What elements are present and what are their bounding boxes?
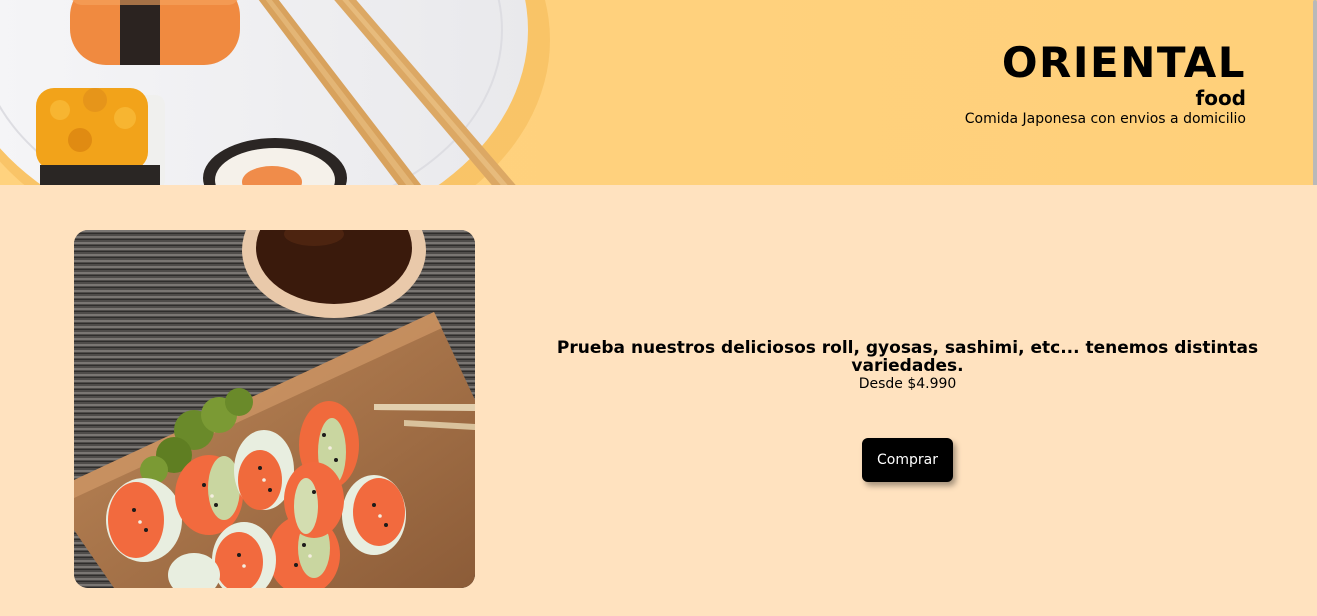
brand-title: ORIENTAL [1001,38,1246,87]
offer-block: Prueba nuestros deliciosos roll, gyosas,… [540,339,1275,393]
header-banner: ORIENTAL food Comida Japonesa con envios… [0,0,1317,185]
brand-subtitle: food [1195,86,1247,110]
buy-button[interactable]: Comprar [862,438,953,482]
brand-block: ORIENTAL food Comida Japonesa con envios… [965,38,1246,128]
offer-headline: Prueba nuestros deliciosos roll, gyosas,… [556,338,1259,376]
brand-tagline: Comida Japonesa con envios a domicilio [964,111,1246,127]
offer-price: Desde $4.990 [858,376,957,392]
sushi-roll-photo [74,230,475,588]
product-section: Prueba nuestros deliciosos roll, gyosas,… [0,185,1317,616]
